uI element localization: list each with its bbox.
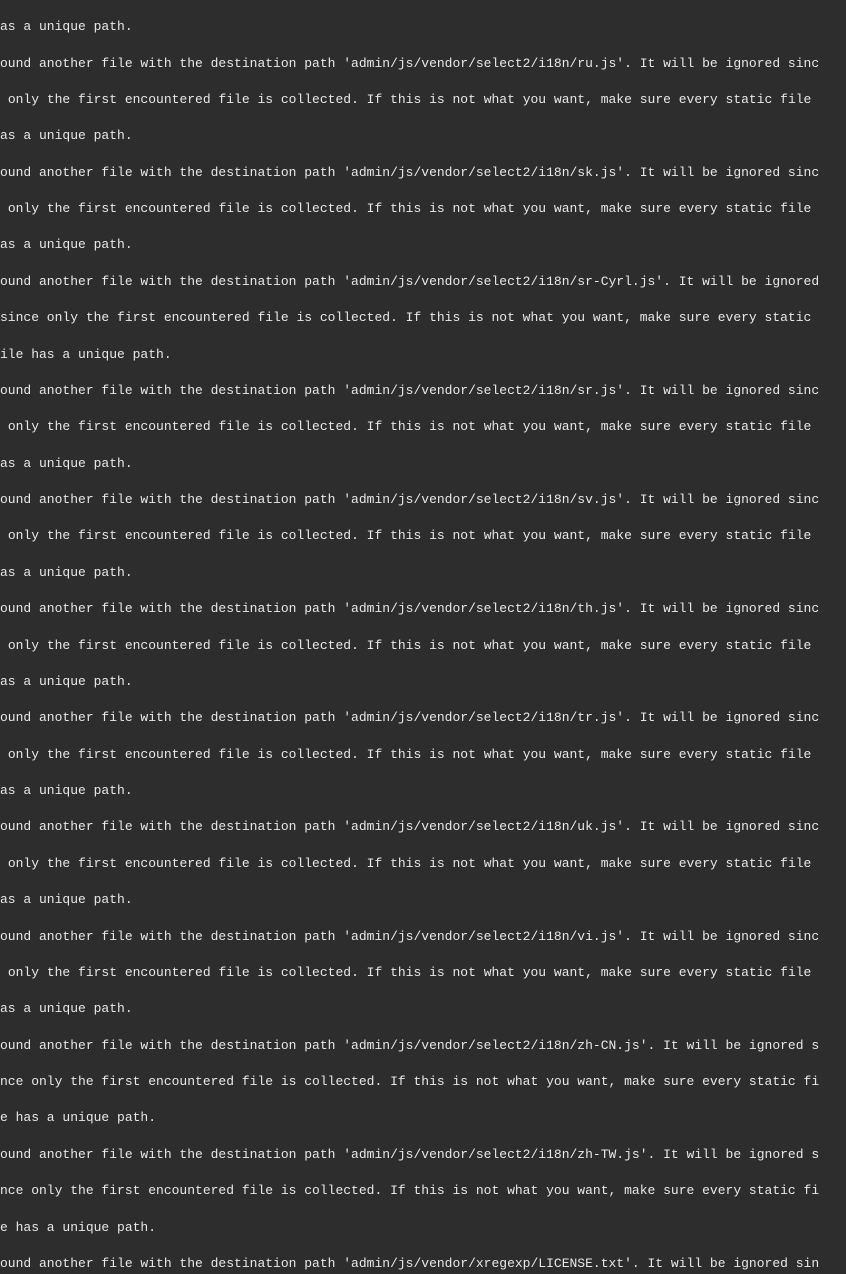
terminal-line: e has a unique path. [0, 1219, 846, 1237]
terminal-line: ound another file with the destination p… [0, 1255, 846, 1273]
terminal-line: as a unique path. [0, 782, 846, 800]
terminal-line: only the first encountered file is colle… [0, 964, 846, 982]
terminal-line: ound another file with the destination p… [0, 1037, 846, 1055]
terminal-line: only the first encountered file is colle… [0, 418, 846, 436]
terminal-line: ile has a unique path. [0, 346, 846, 364]
terminal-line: as a unique path. [0, 564, 846, 582]
terminal-line: as a unique path. [0, 18, 846, 36]
terminal-line: as a unique path. [0, 127, 846, 145]
terminal-line: only the first encountered file is colle… [0, 855, 846, 873]
terminal-line: only the first encountered file is colle… [0, 637, 846, 655]
terminal-line: as a unique path. [0, 673, 846, 691]
terminal-line: only the first encountered file is colle… [0, 746, 846, 764]
terminal-line: nce only the first encountered file is c… [0, 1182, 846, 1200]
terminal-output[interactable]: as a unique path. ound another file with… [0, 0, 846, 1274]
terminal-line: as a unique path. [0, 455, 846, 473]
terminal-line: nce only the first encountered file is c… [0, 1073, 846, 1091]
terminal-line: only the first encountered file is colle… [0, 91, 846, 109]
terminal-line: only the first encountered file is colle… [0, 527, 846, 545]
terminal-line: since only the first encountered file is… [0, 309, 846, 327]
terminal-line: ound another file with the destination p… [0, 164, 846, 182]
terminal-line: ound another file with the destination p… [0, 55, 846, 73]
terminal-line: as a unique path. [0, 236, 846, 254]
terminal-line: ound another file with the destination p… [0, 600, 846, 618]
terminal-line: as a unique path. [0, 891, 846, 909]
terminal-line: ound another file with the destination p… [0, 928, 846, 946]
terminal-line: ound another file with the destination p… [0, 491, 846, 509]
terminal-line: as a unique path. [0, 1000, 846, 1018]
terminal-line: ound another file with the destination p… [0, 1146, 846, 1164]
terminal-line: ound another file with the destination p… [0, 273, 846, 291]
terminal-line: ound another file with the destination p… [0, 382, 846, 400]
terminal-line: ound another file with the destination p… [0, 818, 846, 836]
terminal-line: e has a unique path. [0, 1109, 846, 1127]
terminal-line: ound another file with the destination p… [0, 709, 846, 727]
terminal-line: only the first encountered file is colle… [0, 200, 846, 218]
